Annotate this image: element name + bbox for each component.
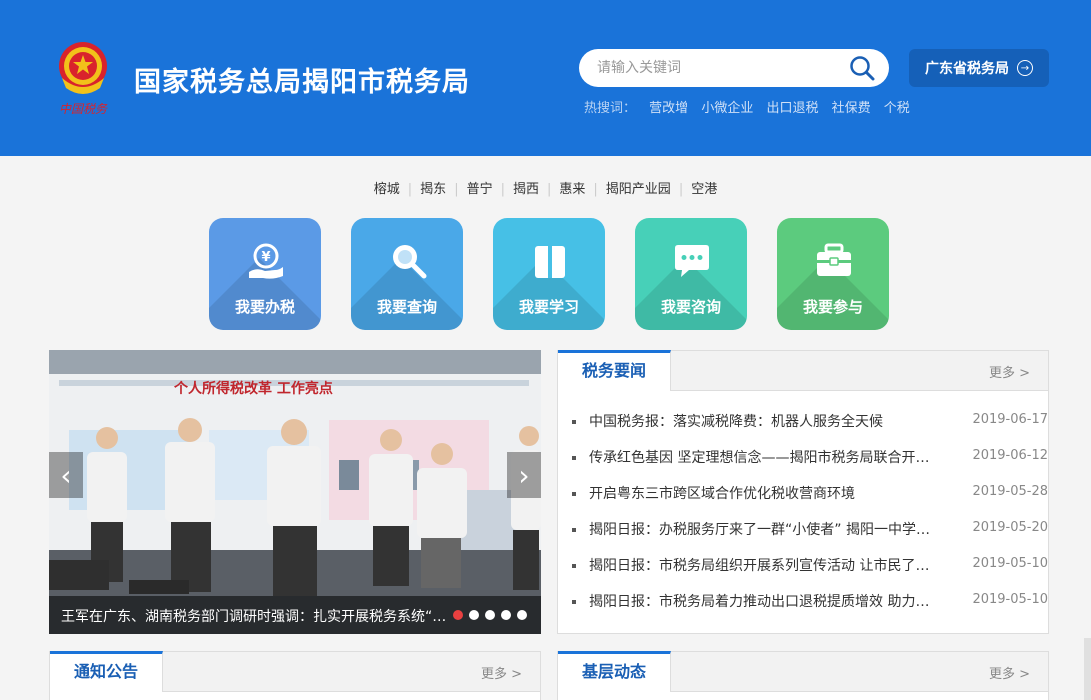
divider: | (454, 182, 459, 197)
tile-learn[interactable]: 我要学习 (493, 218, 605, 330)
list-item[interactable]: 揭阳日报：市税务局组织开展系列宣传活动 让市民了解减税降费政策 2019-05-1… (572, 555, 1048, 591)
arrow-right-circle-icon: → (1017, 60, 1033, 76)
photo-banner-text: 个人所得税改革 工作亮点 (173, 380, 333, 397)
hot-keyword[interactable]: 社保费 (832, 101, 871, 116)
news-date: 2019-05-28 (972, 484, 1048, 499)
more-link[interactable]: 更多 > (481, 663, 522, 682)
hot-keyword[interactable]: 个税 (884, 101, 910, 116)
tab-notices[interactable]: 通知公告 (50, 651, 164, 692)
carousel-dot[interactable] (501, 610, 511, 620)
hot-search-label: 热搜词： (584, 101, 637, 116)
more-link[interactable]: 更多 > (989, 362, 1030, 381)
tile-label: 我要参与 (802, 298, 863, 316)
search-icon[interactable] (849, 55, 875, 81)
chevron-right-icon: › (518, 458, 530, 492)
news-list: 中国税务报：落实减税降费：机器人服务全天候 2019-06-17 传承红色基因 坚… (572, 411, 1048, 627)
hot-search: 热搜词： 营改增 小微企业 出口退税 社保费 个税 (584, 97, 919, 116)
hot-keyword[interactable]: 小微企业 (701, 101, 753, 116)
news-title[interactable]: 揭阳日报：市税务局组织开展系列宣传活动 让市民了解减税降费政策 (589, 555, 939, 575)
district-link[interactable]: 榕城 (366, 182, 408, 197)
list-item[interactable]: 开启粤东三市跨区域合作优化税收营商环境 2019-05-28 (572, 483, 1048, 519)
news-date: 2019-05-20 (972, 520, 1048, 535)
hot-keyword[interactable]: 出口退税 (766, 101, 818, 116)
carousel-caption[interactable]: 王军在广东、湖南税务部门调研时强调：扎实开展税务系统“不忘初心、牢记使命”主题教… (61, 606, 447, 626)
chat-bubble-icon (675, 245, 709, 277)
carousel-photo: 个人所得税改革 工作亮点 (49, 350, 541, 634)
tile-label: 我要办税 (234, 298, 295, 316)
panel-header: 通知公告 更多 > (50, 651, 540, 692)
district-link[interactable]: 揭阳产业园 (598, 182, 679, 197)
carousel-prev-button[interactable]: ‹ (49, 452, 83, 498)
bullet (572, 420, 576, 424)
tile-participate[interactable]: 我要参与 (777, 218, 889, 330)
tile-tax-handling[interactable]: ¥ 我要办税 (209, 218, 321, 330)
district-link[interactable]: 揭东 (412, 182, 454, 197)
tax-news-panel: 税务要闻 更多 > 中国税务报：落实减税降费：机器人服务全天候 2019-06-1… (557, 350, 1049, 634)
bullet (572, 528, 576, 532)
page-scrollbar[interactable] (1084, 638, 1091, 700)
site-title: 国家税务总局揭阳市税务局 (134, 67, 470, 98)
tab-local-news[interactable]: 基层动态 (558, 651, 672, 692)
tile-label: 我要咨询 (660, 298, 721, 316)
site-header: 中国税务 国家税务总局揭阳市税务局 广东省税务局 → 热搜词： 营改增 小微企业… (0, 0, 1091, 156)
news-title[interactable]: 开启粤东三市跨区域合作优化税收营商环境 (589, 483, 939, 503)
hand-yuan-icon: ¥ (249, 243, 283, 279)
bullet (572, 564, 576, 568)
list-item[interactable]: 传承红色基因 坚定理想信念——揭阳市税务局联合开展主题党日活动 2019-06-1… (572, 447, 1048, 483)
tax-emblem-logo[interactable]: 中国税务 (52, 38, 114, 118)
province-button-label: 广东省税务局 (925, 61, 1009, 77)
bullet (572, 600, 576, 604)
news-title[interactable]: 传承红色基因 坚定理想信念——揭阳市税务局联合开展主题党日活动 (589, 447, 939, 467)
search-input[interactable] (597, 49, 847, 87)
briefcase-icon (817, 243, 851, 276)
news-date: 2019-06-12 (972, 448, 1048, 463)
news-carousel[interactable]: 个人所得税改革 工作亮点 ‹ › 王军在广东、湖南税务部门调研时强调：扎实开展税… (49, 350, 541, 634)
hot-keyword[interactable]: 营改增 (649, 101, 688, 116)
tile-consult[interactable]: 我要咨询 (635, 218, 747, 330)
carousel-dot[interactable] (517, 610, 527, 620)
list-item[interactable]: 揭阳日报：办税服务厅来了一群“小使者” 揭阳一中学子体验税务工作 2019-05-… (572, 519, 1048, 555)
tile-label: 我要查询 (376, 298, 437, 316)
news-title[interactable]: 中国税务报：落实减税降费：机器人服务全天候 (589, 411, 939, 431)
news-title[interactable]: 揭阳日报：办税服务厅来了一群“小使者” 揭阳一中学子体验税务工作 (589, 519, 939, 539)
list-item[interactable]: 揭阳日报：市税务局着力推动出口退税提质增效 助力外贸企业发展 2019-05-10 (572, 591, 1048, 627)
carousel-dot[interactable] (469, 610, 479, 620)
tab-tax-news[interactable]: 税务要闻 (558, 350, 672, 391)
province-site-button[interactable]: 广东省税务局 → (909, 49, 1049, 87)
carousel-dot[interactable] (453, 610, 463, 620)
news-date: 2019-05-10 (972, 592, 1048, 607)
panel-header: 基层动态 更多 > (558, 651, 1048, 692)
panel-header: 税务要闻 更多 > (558, 350, 1048, 391)
tile-query[interactable]: 我要查询 (351, 218, 463, 330)
news-title[interactable]: 揭阳日报：市税务局着力推动出口退税提质增效 助力外贸企业发展 (589, 591, 939, 611)
district-links: 榕城 | 揭东 | 普宁 | 揭西 | 惠来 | 揭阳产业园 | 空港 (0, 178, 1091, 197)
emblem-text: 中国税务 (59, 102, 108, 116)
list-item[interactable]: 中国税务报：落实减税降费：机器人服务全天候 2019-06-17 (572, 411, 1048, 447)
chevron-left-icon: ‹ (60, 458, 72, 492)
bullet (572, 492, 576, 496)
magnifier-icon (393, 245, 427, 279)
more-link[interactable]: 更多 > (989, 663, 1030, 682)
district-link[interactable]: 空港 (683, 182, 725, 197)
svg-text:¥: ¥ (261, 250, 270, 265)
local-news-panel: 基层动态 更多 > (557, 651, 1049, 700)
district-link[interactable]: 揭西 (505, 182, 547, 197)
carousel-dots (453, 610, 527, 620)
tile-label: 我要学习 (518, 298, 579, 316)
district-link[interactable]: 普宁 (459, 182, 501, 197)
carousel-dot[interactable] (485, 610, 495, 620)
carousel-caption-bar: 王军在广东、湖南税务部门调研时强调：扎实开展税务系统“不忘初心、牢记使命”主题教… (49, 596, 541, 634)
carousel-next-button[interactable]: › (507, 452, 541, 498)
notice-panel: 通知公告 更多 > (49, 651, 541, 700)
bullet (572, 456, 576, 460)
news-date: 2019-05-10 (972, 556, 1048, 571)
news-date: 2019-06-17 (972, 412, 1048, 427)
search-box (579, 49, 889, 87)
district-link[interactable]: 惠来 (551, 182, 593, 197)
book-icon (535, 246, 565, 278)
